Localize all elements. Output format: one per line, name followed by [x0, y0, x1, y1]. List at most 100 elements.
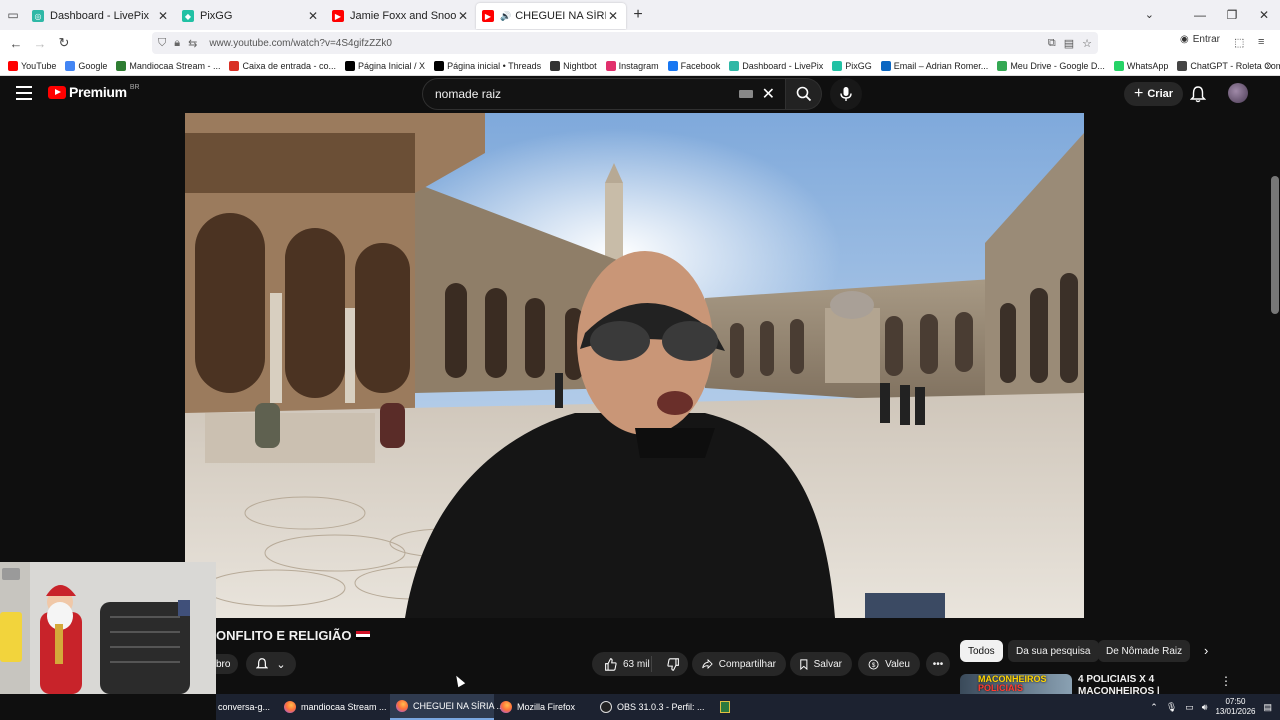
- login-button[interactable]: ◉ Entrar: [1180, 34, 1220, 45]
- taskbar-item[interactable]: CHEGUEI NA SÍRIA ...: [390, 694, 504, 720]
- bookmark-item[interactable]: Instagram: [605, 60, 659, 71]
- forward-arrow-icon[interactable]: →: [28, 36, 52, 51]
- bookmark-item[interactable]: Página inicial • Threads: [434, 60, 541, 71]
- chevron-down-icon[interactable]: ⌄: [1145, 8, 1154, 21]
- bookmark-item[interactable]: Página Inicial / X: [345, 60, 425, 71]
- bookmark-label: Google: [78, 60, 108, 71]
- voice-search-button[interactable]: [830, 78, 862, 110]
- tab-close-icon[interactable]: ✕: [606, 9, 620, 23]
- extensions-icon[interactable]: ⬚: [1234, 36, 1244, 49]
- tab-jamie-foxx[interactable]: ▶ Jamie Foxx and Snoop Dogg - I ✕: [326, 3, 476, 29]
- hamburger-menu-icon[interactable]: [16, 86, 32, 100]
- address-bar[interactable]: ⛉ 🔒︎ ⇆ www.youtube.com/watch?v=4S4gifzZZ…: [152, 32, 1098, 54]
- bookmark-item[interactable]: Caixa de entrada - co...: [229, 60, 336, 71]
- bookmark-item[interactable]: Email – Adrian Romer...: [880, 60, 988, 71]
- taskbar-app-icon[interactable]: [714, 694, 736, 720]
- share-button[interactable]: Compartilhar: [692, 652, 786, 676]
- picture-in-picture-icon[interactable]: ⧉: [1048, 37, 1056, 50]
- chevron-right-icon[interactable]: ›: [1204, 643, 1208, 658]
- more-actions-button[interactable]: •••: [926, 652, 950, 676]
- like-button[interactable]: 63 mil: [592, 656, 653, 672]
- url-text[interactable]: www.youtube.com/watch?v=4S4gifzZZk0: [209, 38, 392, 49]
- youtube-premium-logo[interactable]: Premium BR: [48, 84, 140, 100]
- more-vertical-icon[interactable]: ⋮: [1220, 674, 1232, 688]
- speaker-icon[interactable]: 🔊: [500, 11, 511, 22]
- bookmark-item[interactable]: Google: [65, 60, 108, 71]
- bookmark-label: Instagram: [618, 60, 659, 71]
- reload-icon[interactable]: ↻: [52, 35, 76, 51]
- bookmark-item[interactable]: WhatsApp: [1113, 60, 1168, 71]
- keyboard-icon[interactable]: [739, 90, 753, 98]
- page-scrollbar[interactable]: [1270, 76, 1280, 696]
- chip-all[interactable]: Todos: [960, 640, 1003, 662]
- bookmark-item[interactable]: Mandiocaa Stream - ...: [116, 60, 220, 71]
- back-arrow-icon[interactable]: ←: [4, 36, 28, 51]
- syria-flag-icon: [355, 631, 370, 640]
- tab-dashboard-livepix[interactable]: ◎ Dashboard - LivePix ✕: [26, 3, 176, 29]
- thanks-button[interactable]: $ Valeu: [858, 652, 920, 676]
- lock-icon[interactable]: 🔒︎: [174, 37, 180, 50]
- document-icon: [720, 701, 730, 713]
- network-icon[interactable]: ▭: [1185, 702, 1194, 713]
- clock-date: 13/01/2026: [1215, 707, 1256, 716]
- subscribed-button[interactable]: bro: [216, 654, 238, 674]
- close-window-icon[interactable]: ✕: [1248, 0, 1280, 30]
- restore-icon[interactable]: ❐: [1216, 0, 1248, 30]
- bookmark-item[interactable]: PixGG: [832, 60, 872, 71]
- taskbar-item-label: mandiocaa Stream ...: [301, 702, 387, 712]
- shield-icon[interactable]: ⛉: [158, 37, 166, 50]
- chip-from-channel[interactable]: De Nômade Raiz: [1098, 640, 1191, 662]
- bookmark-item[interactable]: YouTube: [8, 60, 57, 71]
- minimize-icon[interactable]: —: [1184, 0, 1216, 30]
- more-bookmarks-icon[interactable]: »: [1266, 60, 1272, 72]
- bookmark-item[interactable]: Facebook: [667, 60, 720, 71]
- dislike-button[interactable]: [658, 657, 688, 671]
- reader-view-icon[interactable]: ▤: [1064, 37, 1074, 50]
- tab-close-icon[interactable]: ✕: [306, 9, 320, 23]
- bookmark-favicon-icon: [605, 60, 616, 71]
- recommended-video-title[interactable]: 4 POLICIAIS X 4 MACONHEIROS |: [1078, 674, 1198, 694]
- notifications-icon[interactable]: ▤: [1263, 702, 1272, 713]
- clear-search-icon[interactable]: ✕: [762, 84, 775, 104]
- clock[interactable]: 07:50 13/01/2026: [1215, 697, 1255, 717]
- bookmark-item[interactable]: Meu Drive - Google D...: [997, 60, 1105, 71]
- recommended-title-line: MACONHEIROS |: [1078, 686, 1160, 694]
- bookmark-star-icon[interactable]: ☆: [1082, 37, 1092, 50]
- country-code: BR: [129, 83, 140, 91]
- taskbar-item[interactable]: OBS 31.0.3 - Perfil: ...: [594, 694, 714, 720]
- bookmark-item[interactable]: Nightbot: [550, 60, 597, 71]
- tab-close-icon[interactable]: ✕: [156, 9, 170, 23]
- create-button[interactable]: + Criar: [1124, 82, 1184, 106]
- save-button[interactable]: Salvar: [790, 652, 852, 676]
- bookmark-item[interactable]: ChatGPT - Roleta Com...: [1177, 60, 1280, 71]
- tab-close-icon[interactable]: ✕: [456, 9, 470, 23]
- taskbar-item[interactable]: conversa-g...: [216, 694, 278, 720]
- permissions-icon[interactable]: ⇆: [188, 37, 197, 50]
- bell-icon: [256, 658, 269, 669]
- menu-icon[interactable]: ≡: [1258, 36, 1264, 48]
- bookmark-item[interactable]: Dashboard - LivePix: [729, 60, 823, 71]
- new-tab-button[interactable]: +: [626, 6, 650, 24]
- chip-from-search[interactable]: Da sua pesquisa: [1008, 640, 1099, 662]
- bookmark-label: YouTube: [21, 60, 57, 71]
- window-controls: — ❐ ✕: [1184, 0, 1280, 30]
- microphone-tray-icon[interactable]: 🎙︎: [1166, 702, 1177, 713]
- windows-taskbar: conversa-g... mandiocaa Stream ... CHEGUEI…: [216, 694, 1280, 720]
- tab-cheguei-na-siria[interactable]: ▶ 🔊 CHEGUEI NA SÍRIA PAÍS DE ✕: [476, 3, 626, 29]
- scrollbar-thumb[interactable]: [1271, 176, 1279, 314]
- taskbar-item[interactable]: Mozilla Firefox: [494, 694, 594, 720]
- tab-pixgg[interactable]: ◆ PixGG ✕: [176, 3, 326, 29]
- chevron-down-icon: ⌄: [276, 658, 286, 671]
- tab-list-icon[interactable]: ▭: [0, 0, 26, 30]
- video-player[interactable]: [185, 113, 1084, 618]
- avatar[interactable]: [1228, 83, 1248, 103]
- youtube-header: Premium BR nomade raiz ✕ + Criar: [0, 76, 1270, 112]
- volume-icon[interactable]: 🔊︎: [1202, 702, 1208, 713]
- recommended-video-thumbnail[interactable]: MACONHEIROS POLICIAIS: [960, 674, 1072, 696]
- chevron-up-icon[interactable]: ⌃: [1150, 702, 1158, 713]
- taskbar-item[interactable]: mandiocaa Stream ...: [278, 694, 390, 720]
- search-button[interactable]: [786, 78, 822, 110]
- notification-settings-button[interactable]: ⌄: [246, 652, 296, 676]
- notifications-bell-icon[interactable]: [1190, 85, 1206, 103]
- search-input[interactable]: nomade raiz ✕: [422, 78, 786, 110]
